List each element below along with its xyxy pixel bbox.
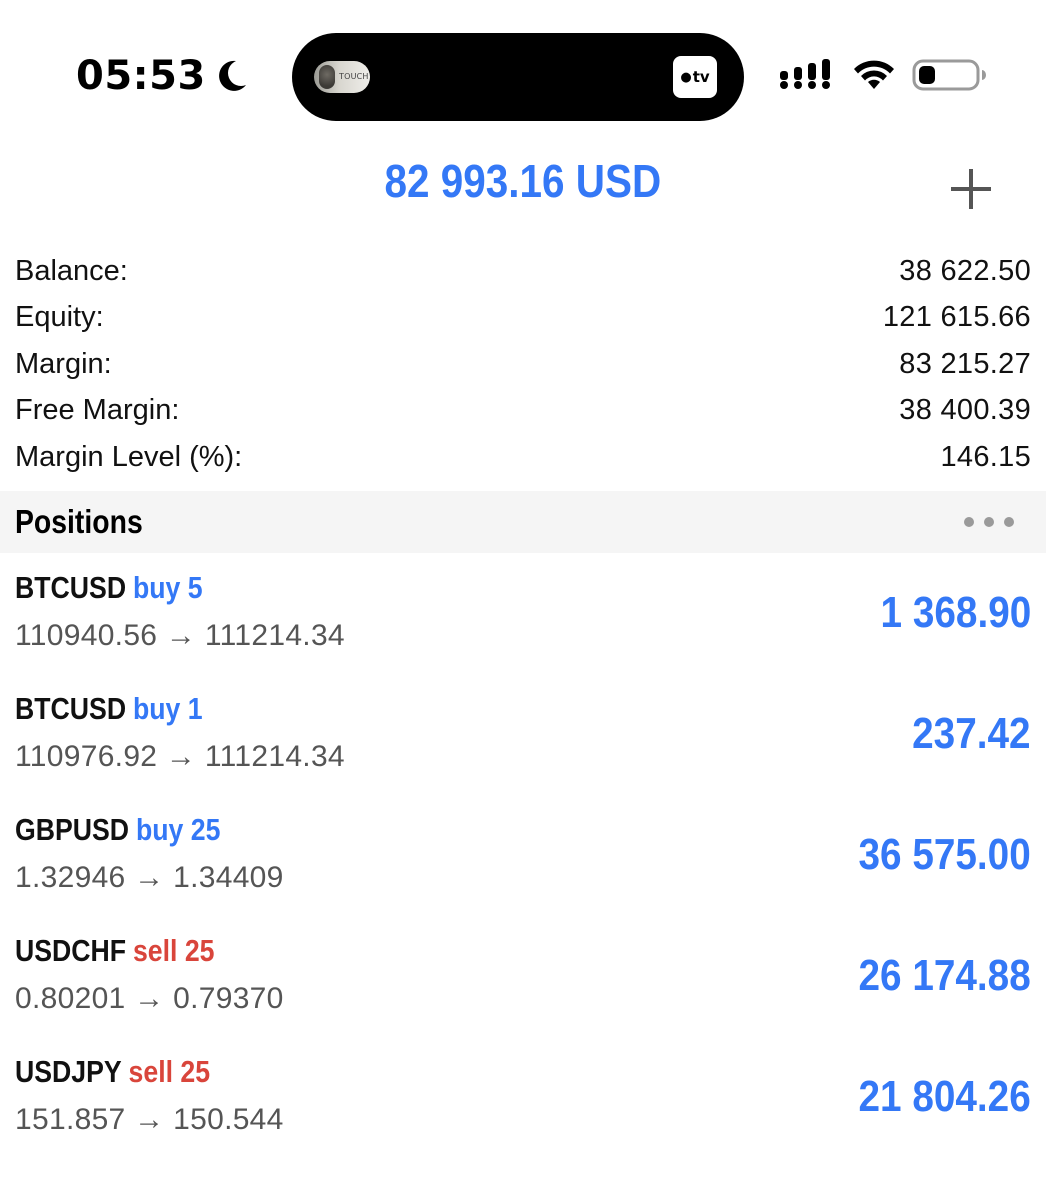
summary-label: Equity: [15, 301, 104, 334]
position-side: buy 1 [132, 691, 203, 726]
position-row[interactable]: BTCUSD buy 1 110976.92 → 111214.34 237.42 [0, 687, 1046, 808]
cellular-signal-icon [780, 59, 830, 89]
position-side: sell 25 [132, 933, 215, 968]
summary-row-margin: Margin: 83 215.27 [15, 341, 1031, 388]
summary-value: 38 622.50 [899, 254, 1031, 287]
position-title: USDJPY sell 25 [15, 1054, 210, 1090]
position-row[interactable]: USDCHF sell 25 0.80201 → 0.79370 26 174.8… [0, 929, 1046, 1050]
clock-group: 05:53 [76, 50, 248, 102]
add-button[interactable] [942, 160, 1000, 218]
summary-value: 38 400.39 [899, 394, 1031, 427]
apple-logo-icon: ● [680, 69, 692, 85]
position-profit: 36 575.00 [858, 830, 1031, 879]
position-side: buy 25 [135, 812, 221, 847]
moon-icon [218, 60, 246, 91]
position-symbol: BTCUSD [15, 570, 127, 605]
position-profit: 1 368.90 [880, 588, 1031, 637]
account-summary: Balance: 38 622.50 Equity: 121 615.66 Ma… [15, 248, 1031, 481]
status-icons [778, 55, 988, 95]
position-title: GBPUSD buy 25 [15, 812, 220, 848]
more-options-button[interactable] [962, 513, 1016, 531]
position-profit: 21 804.26 [858, 1072, 1031, 1121]
more-dots-icon [964, 517, 1014, 527]
summary-value: 146.15 [940, 440, 1031, 473]
summary-row-balance: Balance: 38 622.50 [15, 248, 1031, 295]
dynamic-island[interactable]: TOUCH ● tv [292, 33, 744, 121]
position-symbol: BTCUSD [15, 691, 127, 726]
position-title: BTCUSD buy 5 [15, 570, 203, 606]
summary-value: 83 215.27 [899, 347, 1031, 380]
position-title: BTCUSD buy 1 [15, 691, 203, 727]
thumbnail-text: TOUCH [339, 72, 369, 81]
summary-label: Balance: [15, 254, 128, 287]
account-total-title: 82 993.16 USD [384, 155, 662, 207]
position-prices: 151.857 → 150.544 [15, 1103, 284, 1136]
positions-list: BTCUSD buy 5 110940.56 → 111214.34 1 368.… [0, 566, 1046, 1171]
summary-value: 121 615.66 [882, 301, 1031, 334]
summary-label: Margin: [15, 347, 112, 380]
plus-icon [951, 169, 991, 209]
summary-label: Free Margin: [15, 394, 180, 427]
battery-icon [912, 59, 986, 91]
positions-title: Positions [15, 503, 143, 540]
account-header: 82 993.16 USD [0, 150, 1046, 230]
positions-section-header: Positions [0, 491, 1046, 553]
summary-label: Margin Level (%): [15, 440, 243, 473]
thumbnail-face [319, 65, 335, 89]
position-prices: 110976.92 → 111214.34 [15, 740, 345, 773]
summary-row-equity: Equity: 121 615.66 [15, 295, 1031, 342]
clock: 05:53 [76, 53, 206, 99]
position-side: buy 5 [132, 570, 203, 605]
position-row[interactable]: USDJPY sell 25 151.857 → 150.544 21 804.2… [0, 1050, 1046, 1171]
position-row[interactable]: BTCUSD buy 5 110940.56 → 111214.34 1 368.… [0, 566, 1046, 687]
position-prices: 110940.56 → 111214.34 [15, 619, 345, 652]
summary-row-margin-level: Margin Level (%): 146.15 [15, 434, 1031, 481]
appletv-label: tv [692, 68, 710, 86]
position-prices: 0.80201 → 0.79370 [15, 982, 284, 1015]
position-side: sell 25 [128, 1054, 211, 1089]
position-symbol: USDCHF [15, 933, 127, 968]
position-profit: 26 174.88 [858, 951, 1031, 1000]
summary-row-free-margin: Free Margin: 38 400.39 [15, 388, 1031, 435]
appletv-badge[interactable]: ● tv [673, 56, 717, 98]
status-bar: 05:53 TOUCH ● tv [0, 0, 1046, 150]
now-playing-thumbnail[interactable]: TOUCH [314, 61, 370, 93]
position-title: USDCHF sell 25 [15, 933, 215, 969]
position-symbol: USDJPY [15, 1054, 122, 1089]
position-symbol: GBPUSD [15, 812, 130, 847]
wifi-icon [854, 60, 894, 89]
position-profit: 237.42 [912, 709, 1031, 758]
position-row[interactable]: GBPUSD buy 25 1.32946 → 1.34409 36 575.00 [0, 808, 1046, 929]
position-prices: 1.32946 → 1.34409 [15, 861, 284, 894]
